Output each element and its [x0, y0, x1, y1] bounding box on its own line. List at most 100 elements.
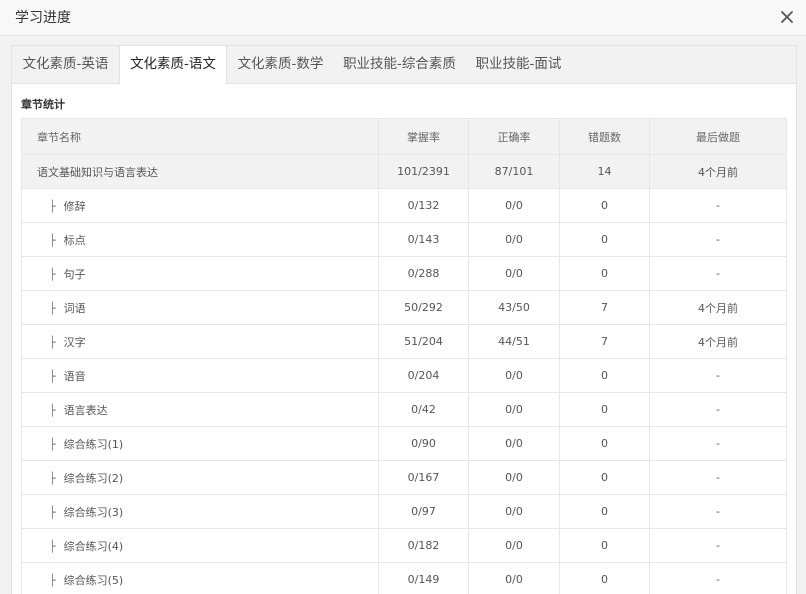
header-accuracy: 正确率 [469, 119, 560, 155]
last-practice-cell: - [650, 223, 787, 257]
mastery-cell: 101/2391 [379, 155, 469, 189]
last-practice-cell: 4个月前 [650, 155, 787, 189]
accuracy-cell: 0/0 [469, 359, 560, 393]
accuracy-cell: 0/0 [469, 461, 560, 495]
chapter-name-cell: ├ 综合练习(4) [22, 529, 379, 563]
wrong-count-cell: 0 [560, 529, 650, 563]
tree-branch-icon: ├ [49, 234, 56, 247]
tab-interview[interactable]: 职业技能-面试 [465, 46, 572, 83]
table-row[interactable]: ├标点0/1430/00- [22, 223, 787, 257]
mastery-cell: 0/143 [379, 223, 469, 257]
chapter-name: 综合练习(1) [64, 438, 124, 451]
wrong-count-cell: 0 [560, 495, 650, 529]
table-row[interactable]: ├综合练习(3)0/970/00- [22, 495, 787, 529]
accuracy-cell: 0/0 [469, 257, 560, 291]
accuracy-cell: 0/0 [469, 189, 560, 223]
chapter-name-cell: ├ 修辞 [22, 189, 379, 223]
tab-math[interactable]: 文化素质-数学 [227, 46, 334, 83]
last-practice-cell: - [650, 529, 787, 563]
mastery-cell: 0/288 [379, 257, 469, 291]
tree-branch-icon: ├ [49, 506, 56, 519]
chapter-name: 汉字 [64, 336, 86, 349]
chapter-name-cell: ├ 语音 [22, 359, 379, 393]
wrong-count-cell: 14 [560, 155, 650, 189]
chapter-name: 综合练习(4) [64, 540, 124, 553]
table-row[interactable]: ├语言表达0/420/00- [22, 393, 787, 427]
tree-branch-icon: ├ [49, 472, 56, 485]
accuracy-cell: 0/0 [469, 427, 560, 461]
tab-english[interactable]: 文化素质-英语 [12, 46, 119, 83]
accuracy-cell: 0/0 [469, 529, 560, 563]
table-row[interactable]: ├ 综合练习(2) 0/1670/00- [22, 461, 787, 495]
progress-panel: 文化素质-英语 文化素质-语文 文化素质-数学 职业技能-综合素质 职业技能-面… [11, 45, 797, 594]
chapter-name: 修辞 [64, 200, 86, 213]
chapter-name-cell: ├ 综合练习(2) [22, 461, 379, 495]
last-practice-cell: 4个月前 [650, 291, 787, 325]
accuracy-cell: 0/0 [469, 223, 560, 257]
wrong-count-cell: 7 [560, 325, 650, 359]
chapter-name: 语音 [64, 370, 86, 383]
chapter-name: 综合练习(3) [64, 506, 124, 519]
table-row[interactable]: ├ 句子 0/2880/00- [22, 257, 787, 291]
wrong-count-cell: 0 [560, 563, 650, 594]
tree-branch-icon: ├ [49, 200, 56, 213]
chapter-name-cell: 语文基础知识与语言表达 [22, 155, 379, 189]
chapter-name-cell: ├ 汉字 [22, 325, 379, 359]
chapter-name: 综合练习(5) [64, 574, 124, 587]
table-row[interactable]: 语文基础知识与语言表达101/239187/101144个月前 [22, 155, 787, 189]
chapter-name: 句子 [64, 268, 86, 281]
table-row[interactable]: ├ 综合练习(4) 0/1820/00- [22, 529, 787, 563]
tree-branch-icon: ├ [49, 370, 56, 383]
chapter-name: 语文基础知识与语言表达 [37, 166, 158, 179]
last-practice-cell: 4个月前 [650, 325, 787, 359]
wrong-count-cell: 7 [560, 291, 650, 325]
tree-branch-icon: ├ [49, 302, 56, 315]
wrong-count-cell: 0 [560, 461, 650, 495]
wrong-count-cell: 0 [560, 189, 650, 223]
accuracy-cell: 0/0 [469, 563, 560, 594]
table-row[interactable]: ├综合练习(1)0/900/00- [22, 427, 787, 461]
table-row[interactable]: ├修辞0/1320/00- [22, 189, 787, 223]
table-row[interactable]: ├综合练习(5)0/1490/00- [22, 563, 787, 594]
header-wrong-count: 错题数 [560, 119, 650, 155]
wrong-count-cell: 0 [560, 257, 650, 291]
accuracy-cell: 43/50 [469, 291, 560, 325]
close-icon[interactable] [778, 8, 796, 26]
table-header-row: 章节名称 掌握率 正确率 错题数 最后做题 [22, 119, 787, 155]
last-practice-cell: - [650, 461, 787, 495]
table-row[interactable]: ├ 汉字 51/20444/5174个月前 [22, 325, 787, 359]
mastery-cell: 0/204 [379, 359, 469, 393]
tab-comprehensive[interactable]: 职业技能-综合素质 [334, 46, 465, 83]
mastery-cell: 0/42 [379, 393, 469, 427]
tree-branch-icon: ├ [49, 268, 56, 281]
tree-branch-icon: ├ [49, 540, 56, 553]
dialog-titlebar: 学习进度 [0, 0, 806, 36]
mastery-cell: 0/149 [379, 563, 469, 594]
chapter-name-cell: ├语言表达 [22, 393, 379, 427]
accuracy-cell: 44/51 [469, 325, 560, 359]
tree-branch-icon: ├ [49, 336, 56, 349]
last-practice-cell: - [650, 393, 787, 427]
mastery-cell: 51/204 [379, 325, 469, 359]
mastery-cell: 0/132 [379, 189, 469, 223]
table-row[interactable]: ├语音0/2040/00- [22, 359, 787, 393]
wrong-count-cell: 0 [560, 223, 650, 257]
subject-tabs: 文化素质-英语 文化素质-语文 文化素质-数学 职业技能-综合素质 职业技能-面… [12, 46, 796, 84]
wrong-count-cell: 0 [560, 359, 650, 393]
last-practice-cell: - [650, 427, 787, 461]
last-practice-cell: - [650, 257, 787, 291]
table-row[interactable]: ├ 词语 50/29243/5074个月前 [22, 291, 787, 325]
last-practice-cell: - [650, 563, 787, 594]
mastery-cell: 0/182 [379, 529, 469, 563]
accuracy-cell: 0/0 [469, 495, 560, 529]
mastery-cell: 50/292 [379, 291, 469, 325]
last-practice-cell: - [650, 495, 787, 529]
chapter-stats-table: 章节名称 掌握率 正确率 错题数 最后做题 语文基础知识与语言表达 101/239… [21, 118, 787, 594]
mastery-cell: 0/167 [379, 461, 469, 495]
chapter-name: 词语 [64, 302, 86, 315]
chapter-name: 综合练习(2) [64, 472, 124, 485]
wrong-count-cell: 0 [560, 427, 650, 461]
section-title: 章节统计 [21, 96, 65, 112]
tab-chinese[interactable]: 文化素质-语文 [119, 46, 227, 84]
header-last-practice: 最后做题 [650, 119, 787, 155]
